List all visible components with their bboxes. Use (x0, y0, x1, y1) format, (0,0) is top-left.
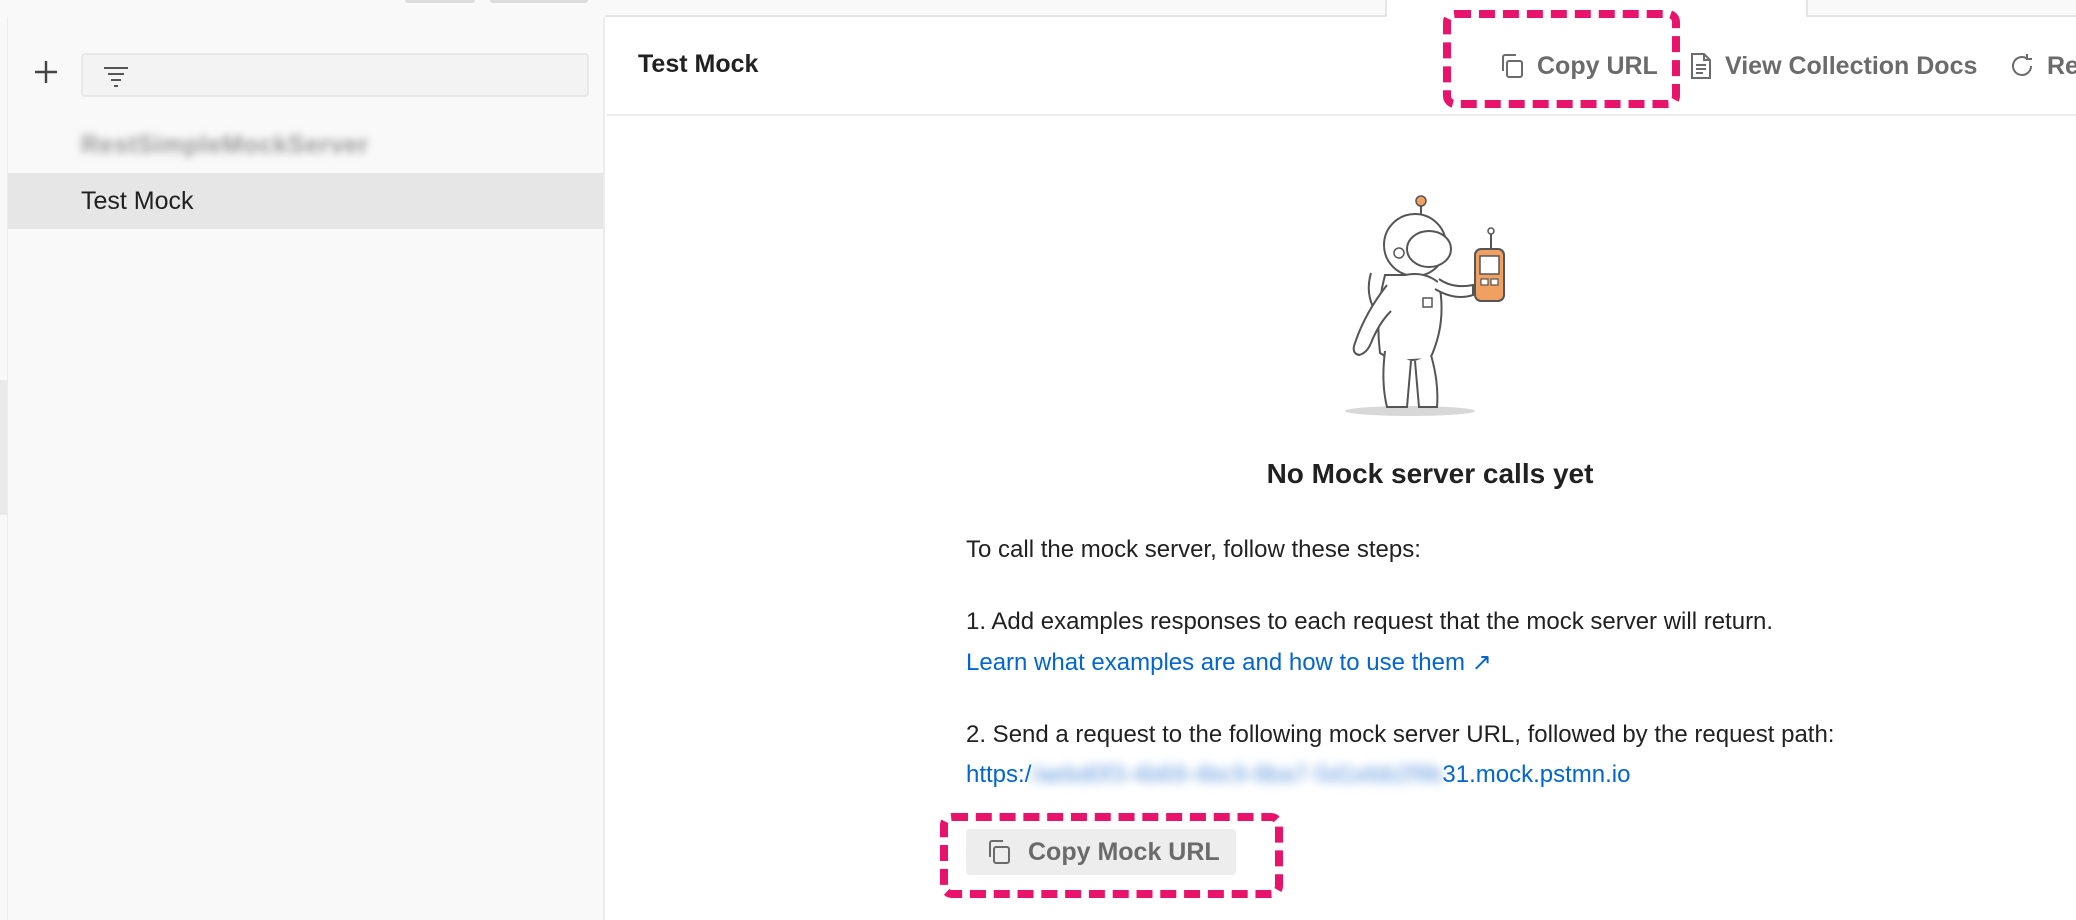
search-input[interactable] (139, 55, 579, 95)
mock-server-url-link[interactable]: https://aebd0f3-4b69-4bc9-8ba7-5d1ebb2f9… (966, 761, 1630, 789)
tab-bar (605, 0, 2076, 17)
sidebar-top-button[interactable] (405, 0, 475, 3)
plus-icon[interactable] (28, 54, 64, 90)
empty-state-title: No Mock server calls yet (1266, 458, 1594, 489)
main-header: Test Mock Copy URL View Collection Docs … (607, 17, 2076, 116)
copy-icon (989, 840, 1010, 864)
astronaut-illustration (1345, 195, 1505, 416)
filter-lines-icon[interactable] (101, 61, 131, 91)
learn-examples-link[interactable]: Learn what examples are and how to use t… (966, 648, 1492, 677)
refresh-button[interactable]: Re (2007, 46, 2076, 86)
copy-icon (1502, 54, 1523, 78)
page-title: Test Mock (638, 50, 759, 78)
tab-active[interactable] (1385, 0, 1808, 17)
list-item[interactable]: RestSimpleMockServer (8, 117, 603, 173)
copy-url-label: Copy URL (1537, 51, 1658, 80)
url-redacted: /aebd0f3-4b69-4bc9-8ba7-5d1ebb2f9b (1031, 761, 1443, 788)
url-prefix: https:/ (966, 761, 1032, 788)
view-collection-docs-button[interactable]: View Collection Docs (1687, 46, 1977, 86)
sidebar: RestSimpleMockServer Test Mock (0, 17, 605, 920)
top-strip (0, 0, 2076, 17)
instructions-step-2: 2. Send a request to the following mock … (966, 721, 1835, 748)
instructions-step-1: 1. Add examples responses to each reques… (966, 608, 1774, 635)
url-suffix: 31.mock.pstmn.io (1442, 761, 1631, 788)
list-item-label: Test Mock (81, 186, 194, 215)
sidebar-toolbar (8, 34, 598, 100)
list-item-selected[interactable]: Test Mock (8, 173, 603, 229)
refresh-label: Re (2047, 51, 2076, 80)
instructions-intro: To call the mock server, follow these st… (966, 536, 1421, 563)
document-icon (1691, 53, 1711, 79)
sidebar-top-strip (0, 0, 605, 17)
filter-field[interactable] (81, 53, 589, 97)
copy-mock-url-button[interactable]: Copy Mock URL (966, 829, 1236, 875)
copy-url-button[interactable]: Copy URL (1497, 46, 1658, 86)
list-item-label: RestSimpleMockServer (81, 130, 369, 159)
sidebar-resize-handle[interactable] (0, 380, 7, 515)
mock-server-list: RestSimpleMockServer Test Mock (8, 117, 603, 229)
refresh-icon (2012, 54, 2032, 76)
sidebar-top-button[interactable] (490, 0, 588, 3)
view-docs-label: View Collection Docs (1725, 51, 1978, 80)
copy-mock-url-label: Copy Mock URL (1028, 837, 1220, 866)
